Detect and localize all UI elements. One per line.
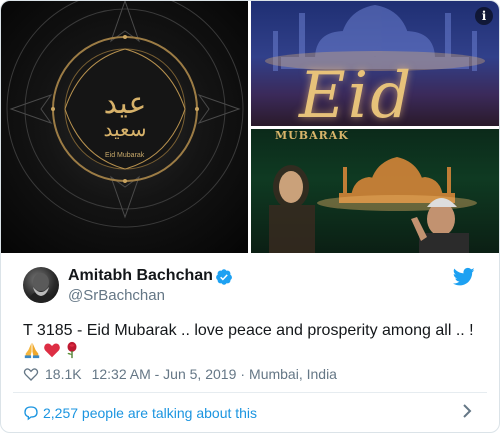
footer-divider [13,392,487,393]
media-image-eid-mosque[interactable]: Eid i [251,1,499,126]
rose-icon [67,341,77,359]
red-heart-icon [44,343,60,358]
praying-scene-graphic [269,157,477,253]
author-handle[interactable]: @SrBachchan [68,287,165,304]
emblem-label: Eid Mubarak [105,152,145,159]
emblem-ornament-graphic: ﻋﻴﺪ ﺳﻌﻴﺪ [6,1,244,228]
heart-icon[interactable] [23,366,39,382]
svg-text:ﺳﻌﻴﺪ: ﺳﻌﻴﺪ [104,117,147,141]
talking-about-text[interactable]: 2,257 people are talking about this [43,405,257,421]
media-image-eid-emblem[interactable]: ﻋﻴﺪ ﺳﻌﻴﺪ Eid Mubarak [1,1,248,253]
folded-hands-icon [24,342,40,359]
author-avatar[interactable] [23,267,59,303]
twitter-bird-icon[interactable] [453,267,475,287]
chevron-right-icon[interactable] [461,403,473,419]
eid-script-text: Eid [299,59,414,126]
tweet-meta: 18.1K 12:32 AM - Jun 5, 2019 · Mumbai, I… [23,365,347,383]
tweet-emojis [23,340,81,360]
tweet-text: T 3185 - Eid Mubarak .. love peace and p… [23,322,474,339]
mubarak-text: MUBARAK [275,129,349,142]
avatar-portrait-graphic [27,273,55,303]
svg-text:ﻋﻴﺪ: ﻋﻴﺪ [104,86,147,121]
talking-about-link[interactable]: 2,257 people are talking about this [23,404,257,422]
media-image-praying[interactable]: MUBARAK [251,129,499,253]
verified-badge-icon [216,269,232,285]
tweet-card: ﻋﻴﺪ ﺳﻌﻴﺪ Eid Mubarak Eid i MUBARAK Amita… [0,0,500,433]
tweet-location[interactable]: Mumbai, India [249,366,337,382]
info-icon[interactable]: i [475,7,493,25]
meta-separator: · [240,366,246,382]
like-count[interactable]: 18.1K [45,366,82,382]
tweet-timestamp[interactable]: 12:32 AM - Jun 5, 2019 [92,366,237,382]
tweet-media: ﻋﻴﺪ ﺳﻌﻴﺪ Eid Mubarak Eid i MUBARAK [1,1,499,253]
speech-bubble-icon [24,406,38,421]
author-name[interactable]: Amitabh Bachchan [68,267,213,285]
